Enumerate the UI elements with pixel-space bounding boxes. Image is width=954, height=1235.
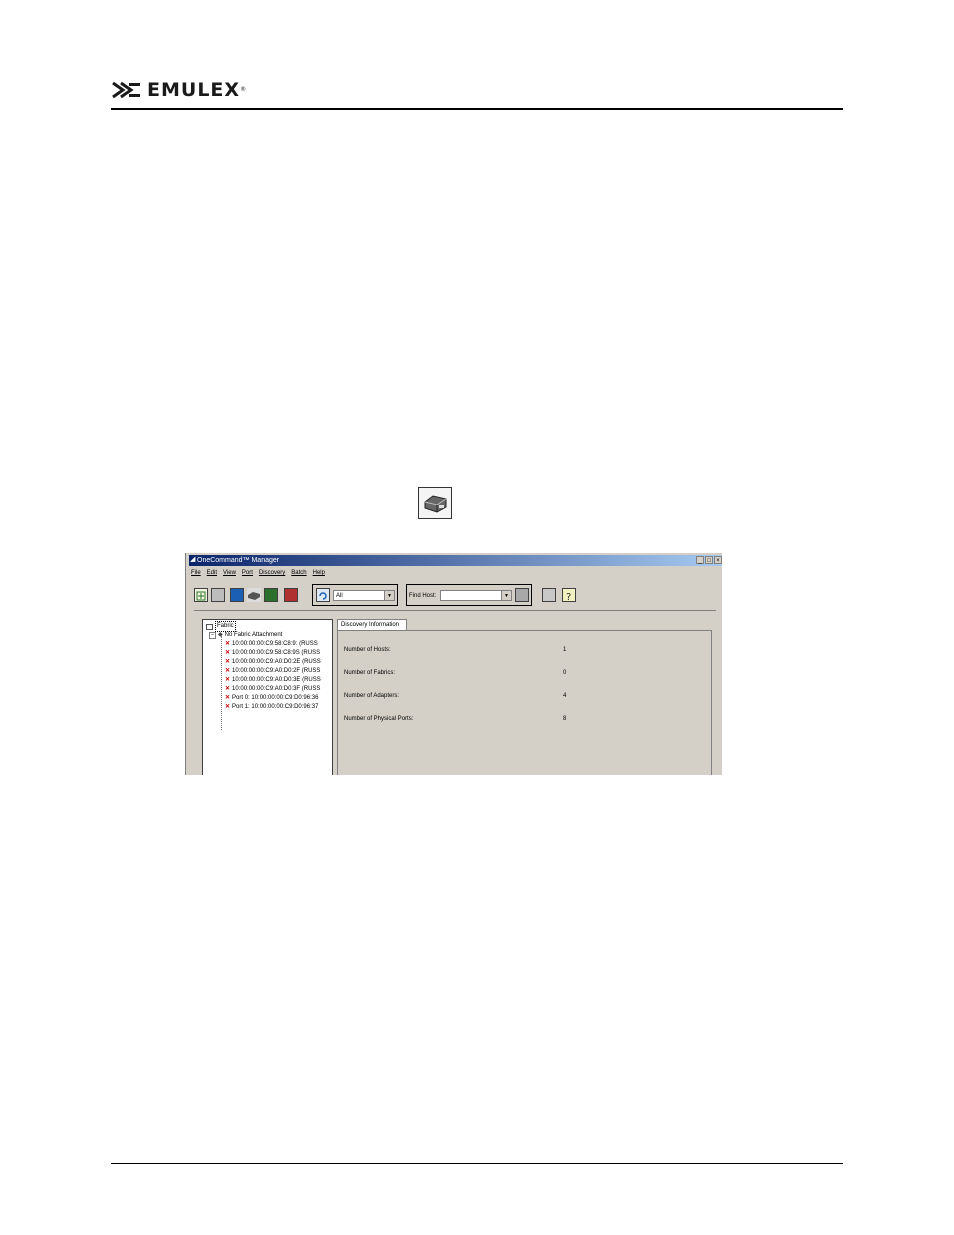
filter-group: All ▼: [312, 584, 398, 606]
find-button[interactable]: [515, 588, 529, 602]
adapter-error-icon: ✕: [225, 650, 231, 656]
discovery-tree[interactable]: Fabric – ◆ No Fabric Attachment ✕ 10:00:0…: [202, 619, 333, 775]
adapter-error-icon: ✕: [225, 641, 231, 647]
menu-edit[interactable]: Edit: [207, 568, 217, 578]
adapters-label: Number of Adapters:: [344, 693, 400, 699]
filter-select[interactable]: All ▼: [333, 590, 395, 601]
tree-item[interactable]: ✕ 10:00:00:00:C9:A0:D0:2F (RUSS: [225, 667, 320, 676]
collapse-icon[interactable]: –: [209, 632, 216, 639]
find-host-group: Find Host: ▼: [406, 584, 532, 606]
physical-ports-label: Number of Physical Ports:: [344, 716, 414, 722]
tree-guide-line: [221, 636, 223, 730]
blank-toolbar-button[interactable]: [211, 588, 225, 602]
chevron-down-icon[interactable]: ▼: [384, 591, 394, 600]
toolbar: [194, 586, 301, 604]
tree-item[interactable]: ✕ Port 1: 10:00:00:00:C9:D0:96:37: [225, 703, 318, 712]
find-host-input[interactable]: ▼: [440, 590, 512, 601]
menu-batch[interactable]: Batch: [291, 568, 306, 578]
menu-help[interactable]: Help: [313, 568, 325, 578]
print-button[interactable]: [542, 588, 556, 602]
vport-view-button[interactable]: [284, 588, 298, 602]
discover-button[interactable]: [194, 588, 208, 602]
tree-item[interactable]: ✕ 10:00:00:00:C9:A0:D0:2E (RUSS: [225, 658, 321, 667]
adapter-view-button[interactable]: [247, 588, 261, 602]
maximize-button[interactable]: □: [705, 556, 713, 564]
adapter-error-icon: ✕: [225, 677, 231, 683]
tree-group[interactable]: – ◆ No Fabric Attachment: [209, 631, 282, 640]
physical-ports-value: 8: [563, 716, 567, 722]
minimize-button[interactable]: _: [696, 556, 704, 564]
close-button[interactable]: ×: [714, 556, 722, 564]
tree-item[interactable]: ✕ 10:00:00:00:C9:58:C8:9S (RUSS: [225, 649, 320, 658]
adapters-value: 4: [563, 693, 567, 699]
window-title: OneCommand™ Manager: [197, 557, 280, 564]
adapter-error-icon: ✕: [225, 659, 231, 665]
toolbar-divider: [194, 610, 716, 611]
fabric-group-icon: ◆: [218, 632, 223, 638]
help-button[interactable]: ?: [562, 588, 576, 603]
tree-item[interactable]: ✕ 10:00:00:00:C9:58:C8:9: (RUSS: [225, 640, 318, 649]
window-titlebar: ◢ OneCommand™ Manager _ □ ×: [189, 555, 722, 566]
svg-text:?: ?: [566, 592, 571, 602]
tree-item[interactable]: ✕ 10:00:00:00:C9:A0:D0:3E (RUSS: [225, 676, 321, 685]
hosts-value: 1: [563, 647, 567, 653]
adapter-error-icon: ✕: [225, 668, 231, 674]
menu-view[interactable]: View: [223, 568, 236, 578]
chevron-down-icon[interactable]: ▼: [501, 591, 511, 600]
host-adapter-icon: [418, 487, 452, 519]
logo-text: EMULEX®: [147, 79, 248, 101]
adapter-error-icon: ✕: [225, 686, 231, 692]
menu-port[interactable]: Port: [242, 568, 253, 578]
tree-root[interactable]: Fabric: [206, 621, 236, 632]
onecommand-manager-window: ◢ OneCommand™ Manager _ □ × File Edit Vi…: [185, 553, 722, 775]
emulex-mark-icon: [112, 81, 140, 99]
footer-rule: [111, 1163, 843, 1164]
menu-bar: File Edit View Port Discovery Batch Help: [191, 568, 331, 578]
fabrics-value: 0: [563, 670, 567, 676]
discovery-info-panel: Number of Hosts: 1 Number of Fabrics: 0 …: [337, 630, 712, 775]
find-host-label: Find Host:: [409, 593, 437, 599]
host-view-button[interactable]: [230, 588, 244, 602]
fabric-view-button[interactable]: [264, 588, 278, 602]
tree-item[interactable]: ✕ Port 0: 10:00:00:00:C9:D0:96:36: [225, 694, 318, 703]
discover-icon: [196, 591, 206, 601]
header-rule: [111, 108, 843, 110]
adapter-icon: [248, 592, 260, 600]
filter-value: All: [336, 593, 343, 599]
port-error-icon: ✕: [225, 704, 231, 710]
question-icon: ?: [566, 592, 571, 603]
hosts-label: Number of Hosts:: [344, 647, 391, 653]
tree-item[interactable]: ✕ 10:00:00:00:C9:A0:D0:3F (RUSS: [225, 685, 320, 694]
fabric-root-icon: [206, 623, 213, 630]
fabrics-label: Number of Fabrics:: [344, 670, 396, 676]
port-error-icon: ✕: [225, 695, 231, 701]
refresh-button[interactable]: [316, 588, 330, 602]
emulex-logo: EMULEX®: [111, 80, 247, 100]
menu-file[interactable]: File: [191, 568, 201, 578]
refresh-icon: [319, 592, 327, 600]
app-icon: ◢: [190, 556, 196, 563]
menu-discovery[interactable]: Discovery: [259, 568, 285, 578]
tab-discovery-information[interactable]: Discovery Information: [337, 619, 407, 630]
